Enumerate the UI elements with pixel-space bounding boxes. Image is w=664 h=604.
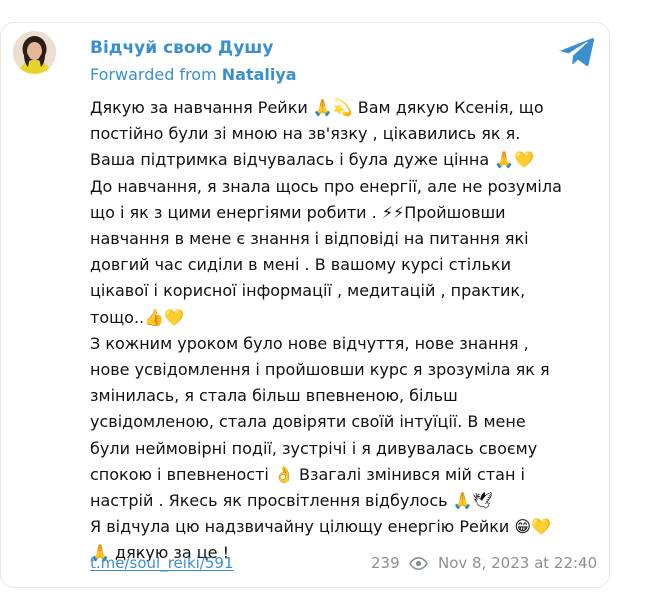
message-line: Дякую за навчання Рейки 🙏💫 Вам дякую Ксе… bbox=[90, 98, 544, 117]
message-line: тощо..👍💛 bbox=[90, 307, 184, 327]
forwarded-from: Forwarded from Nataliya bbox=[90, 65, 297, 84]
message-line: цікавої і корисної інформації , медитаці… bbox=[90, 281, 526, 301]
message-line: змінилась, я стала більш впевненою, біль… bbox=[90, 386, 458, 406]
message-line: що і як з цими енергіями робити . ⚡⚡Прой… bbox=[90, 202, 506, 222]
message-line: Ваша підтримка відчувалась і була дуже ц… bbox=[90, 150, 535, 170]
message-line: настрій . Якесь як просвітлення відбулос… bbox=[90, 491, 493, 511]
forwarded-from-name[interactable]: Nataliya bbox=[222, 65, 297, 84]
message-line: довгий час сиділи в мені . В вашому курс… bbox=[90, 255, 511, 275]
view-count: 239 bbox=[371, 554, 400, 572]
post-date: Nov 8, 2023 at 22:40 bbox=[438, 554, 598, 572]
message-text: Дякую за навчання Рейки 🙏💫 Вам дякую Ксе… bbox=[90, 95, 595, 567]
forwarded-prefix: Forwarded from bbox=[90, 65, 222, 84]
channel-name[interactable]: Відчуй свою Душу bbox=[90, 38, 273, 58]
channel-avatar[interactable] bbox=[13, 31, 56, 74]
message-line: Я відчула цю надзвичайну цілющу енергію … bbox=[90, 517, 551, 537]
avatar-image bbox=[13, 31, 56, 74]
post-footer: t.me/soul_reiki/591 239 Nov 8, 2023 at 2… bbox=[90, 552, 598, 576]
message-line: були неймовірні події, зустрічі і я диву… bbox=[90, 438, 538, 458]
message-line: нове усвідомлення і пройшовши курс я зро… bbox=[90, 360, 550, 380]
message-line: спокою і впевненості 👌 Взагалі змінився … bbox=[90, 464, 525, 484]
telegram-logo-icon[interactable] bbox=[559, 37, 595, 67]
message-line: навчання в мене є знання і відповіді на … bbox=[90, 229, 529, 249]
post-link[interactable]: t.me/soul_reiki/591 bbox=[90, 554, 233, 572]
message-line: З кожним уроком було нове відчуття, нове… bbox=[90, 333, 529, 353]
eye-icon bbox=[409, 557, 428, 570]
telegram-post-card: Відчуй свою Душу Forwarded from Nataliya… bbox=[0, 22, 610, 588]
message-line: постійно були зі мною на зв'язку , цікав… bbox=[90, 124, 521, 144]
message-line: До навчання, я знала щось про енергії, а… bbox=[90, 176, 562, 196]
message-line: усвідомленою, стала довіряти своїй інтуї… bbox=[90, 412, 526, 432]
